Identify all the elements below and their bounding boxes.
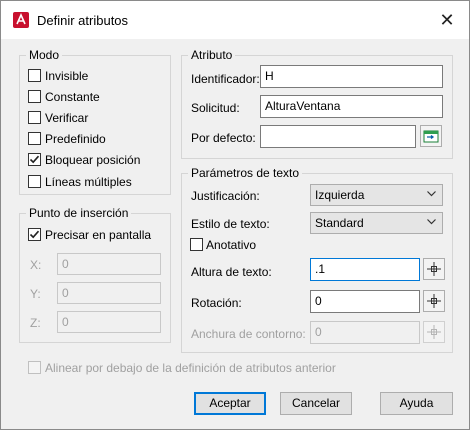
lock-position-label[interactable]: Bloquear posición — [45, 153, 140, 167]
insert-field-button[interactable] — [420, 125, 442, 147]
z-label: Z: — [30, 316, 41, 330]
justification-select[interactable]: Izquierda — [310, 184, 443, 206]
boundary-width-pick-button[interactable] — [423, 321, 445, 343]
specify-on-screen-label[interactable]: Precisar en pantalla — [45, 228, 151, 242]
align-below-checkbox[interactable] — [28, 361, 41, 374]
crosshair-pick-icon — [427, 325, 441, 339]
rotation-pick-button[interactable] — [423, 290, 445, 312]
define-attributes-dialog: Definir atributos ✕ Modo Invisible Const… — [0, 0, 470, 430]
ok-button[interactable]: Aceptar — [194, 392, 266, 415]
checkmark-icon — [29, 155, 40, 164]
boundary-width-label: Anchura de contorno: — [191, 327, 306, 341]
insert-field-icon — [423, 130, 439, 143]
text-style-select[interactable]: Standard — [310, 212, 443, 234]
verify-label[interactable]: Verificar — [45, 111, 88, 125]
rotation-input[interactable]: 0 — [310, 290, 420, 313]
y-input[interactable]: 0 — [57, 282, 161, 304]
close-button[interactable]: ✕ — [435, 9, 459, 31]
crosshair-pick-icon — [427, 294, 441, 308]
constant-label[interactable]: Constante — [45, 90, 100, 104]
crosshair-pick-icon — [427, 262, 441, 276]
specify-on-screen-checkbox[interactable] — [28, 228, 41, 241]
tag-label: Identificador: — [191, 72, 260, 86]
mode-group: Modo — [19, 48, 171, 195]
text-settings-legend: Parámetros de texto — [188, 166, 303, 180]
boundary-width-input[interactable]: 0 — [310, 321, 420, 344]
chevron-down-icon — [427, 219, 436, 225]
cancel-button[interactable]: Cancelar — [280, 392, 352, 415]
text-height-pick-button[interactable] — [423, 258, 445, 280]
justification-label: Justificación: — [191, 189, 260, 203]
invisible-label[interactable]: Invisible — [45, 69, 88, 83]
rotation-label: Rotación: — [191, 296, 242, 310]
default-label: Por defecto: — [191, 131, 256, 145]
mode-legend: Modo — [26, 48, 63, 62]
invisible-checkbox[interactable] — [28, 69, 41, 82]
preset-checkbox[interactable] — [28, 132, 41, 145]
y-label: Y: — [30, 287, 41, 301]
chevron-down-icon — [427, 191, 436, 197]
text-style-label: Estilo de texto: — [191, 217, 270, 231]
align-below-label[interactable]: Alinear por debajo de la definición de a… — [45, 361, 336, 375]
justification-value: Izquierda — [315, 188, 365, 202]
prompt-input[interactable]: AlturaVentana — [260, 95, 443, 118]
attribute-legend: Atributo — [188, 48, 236, 62]
text-height-label: Altura de texto: — [191, 265, 272, 279]
tag-input[interactable]: H — [260, 65, 443, 88]
verify-checkbox[interactable] — [28, 111, 41, 124]
default-input[interactable] — [260, 125, 416, 148]
text-height-input[interactable]: .1 — [310, 258, 420, 281]
preset-label[interactable]: Predefinido — [45, 132, 106, 146]
multiple-lines-label[interactable]: Líneas múltiples — [45, 175, 132, 189]
annotative-checkbox[interactable] — [190, 238, 203, 251]
annotative-label[interactable]: Anotativo — [206, 238, 256, 252]
autocad-app-icon — [13, 12, 29, 28]
constant-checkbox[interactable] — [28, 90, 41, 103]
multiple-lines-checkbox[interactable] — [28, 175, 41, 188]
insertion-point-legend: Punto de inserción — [26, 206, 132, 220]
checkmark-icon — [29, 230, 40, 239]
z-input[interactable]: 0 — [57, 311, 161, 333]
title-bar: Definir atributos ✕ — [1, 1, 469, 39]
lock-position-checkbox[interactable] — [28, 153, 41, 166]
x-input[interactable]: 0 — [57, 253, 161, 275]
window-title: Definir atributos — [37, 13, 129, 28]
close-icon: ✕ — [439, 10, 455, 30]
text-style-value: Standard — [315, 216, 364, 230]
prompt-label: Solicitud: — [191, 101, 240, 115]
x-label: X: — [30, 258, 42, 272]
help-button[interactable]: Ayuda — [380, 392, 453, 415]
